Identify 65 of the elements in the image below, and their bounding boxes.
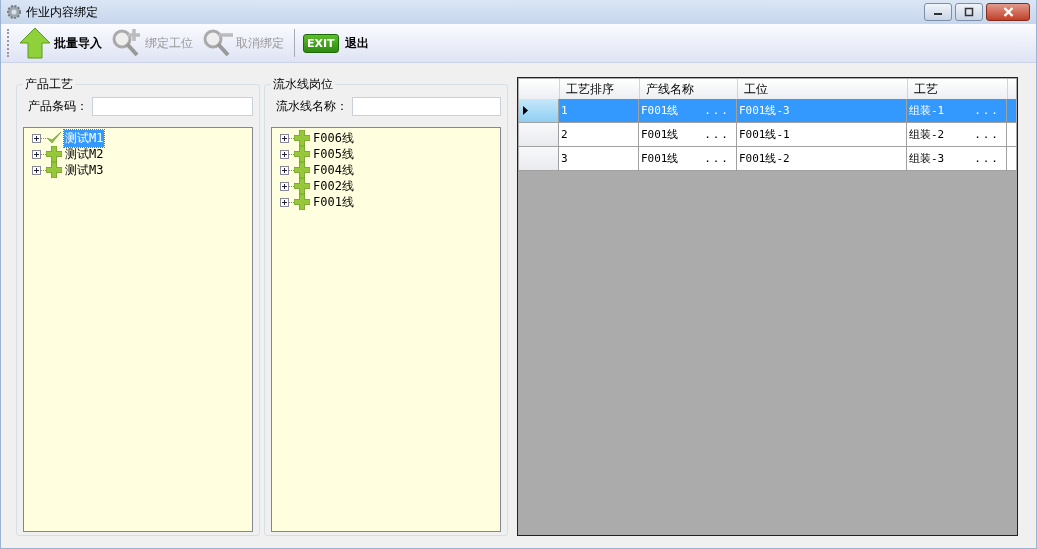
group-title: 流水线岗位: [271, 76, 335, 93]
table-cell: F001线-1: [739, 127, 790, 142]
expand-icon[interactable]: [280, 197, 289, 207]
table-cell: 3: [561, 152, 568, 165]
tree-item[interactable]: 测试M2: [64, 145, 105, 163]
import-button[interactable]: 批量导入: [17, 25, 108, 61]
expand-icon[interactable]: [280, 165, 289, 175]
row-pointer-icon: [523, 106, 528, 115]
tree-item[interactable]: F002线: [312, 177, 355, 195]
button-label: 退出: [344, 34, 369, 52]
ellipsis-button[interactable]: ...: [974, 128, 1004, 141]
expand-icon[interactable]: [280, 133, 289, 143]
ellipsis-button[interactable]: ...: [704, 152, 734, 165]
plus-icon: [46, 146, 62, 162]
table-cell: F001线: [641, 127, 679, 142]
up-arrow-icon: [19, 27, 51, 59]
table-cell: F001线-2: [739, 151, 790, 166]
table-cell: 2: [561, 128, 568, 141]
tree-item[interactable]: F005线: [312, 145, 355, 163]
table-row[interactable]: 3 F001线 ... F001线-2 组装-3 ...: [519, 147, 1016, 171]
table-cell: 1: [561, 104, 568, 117]
maximize-button[interactable]: [955, 3, 983, 21]
table-cell: 组装-1: [909, 103, 945, 118]
table-cell: F001线: [641, 103, 679, 118]
table-cell: 组装-3: [909, 151, 945, 166]
group-title: 产品工艺: [23, 76, 75, 93]
minimize-button[interactable]: [924, 3, 952, 21]
plus-icon: [294, 194, 310, 210]
expand-icon[interactable]: [280, 181, 289, 191]
exit-button[interactable]: EXIT 退出: [301, 25, 375, 61]
check-icon: [46, 130, 62, 146]
tree-item[interactable]: F004线: [312, 161, 355, 179]
field-label: 产品条码：: [28, 98, 88, 115]
expand-icon[interactable]: [32, 149, 41, 159]
magnifier-minus-icon: [201, 27, 233, 59]
maximize-icon: [964, 7, 974, 17]
button-label: 批量导入: [54, 34, 102, 52]
close-button[interactable]: [986, 3, 1030, 21]
table-cell: F001线: [641, 151, 679, 166]
tree-item[interactable]: F001线: [312, 193, 355, 211]
input-field[interactable]: [92, 97, 253, 116]
plus-icon: [294, 178, 310, 194]
input-field[interactable]: [352, 97, 501, 116]
expand-icon[interactable]: [32, 165, 41, 175]
plus-icon: [294, 130, 310, 146]
window-title: 作业内容绑定: [26, 3, 98, 21]
plus-icon: [294, 162, 310, 178]
table-row[interactable]: 2 F001线 ... F001线-1 组装-2 ...: [519, 123, 1016, 147]
table-cell: F001线-3: [739, 103, 790, 118]
table-cell: 组装-2: [909, 127, 945, 142]
magnifier-plus-icon: [110, 27, 142, 59]
button-label: 绑定工位: [145, 34, 193, 52]
ellipsis-button[interactable]: ...: [974, 152, 1004, 165]
plus-icon: [294, 146, 310, 162]
ellipsis-button[interactable]: ...: [704, 128, 734, 141]
tree-item[interactable]: F006线: [312, 129, 355, 147]
tree-item[interactable]: 测试M3: [64, 161, 105, 179]
plus-icon: [46, 162, 62, 178]
expand-icon[interactable]: [32, 133, 41, 143]
gear-icon: [6, 4, 22, 20]
field-label: 流水线名称：: [276, 98, 348, 115]
button-label: 取消绑定: [236, 34, 284, 52]
close-icon: [1002, 7, 1014, 17]
expand-icon[interactable]: [280, 149, 289, 159]
exit-badge: EXIT: [303, 33, 339, 53]
